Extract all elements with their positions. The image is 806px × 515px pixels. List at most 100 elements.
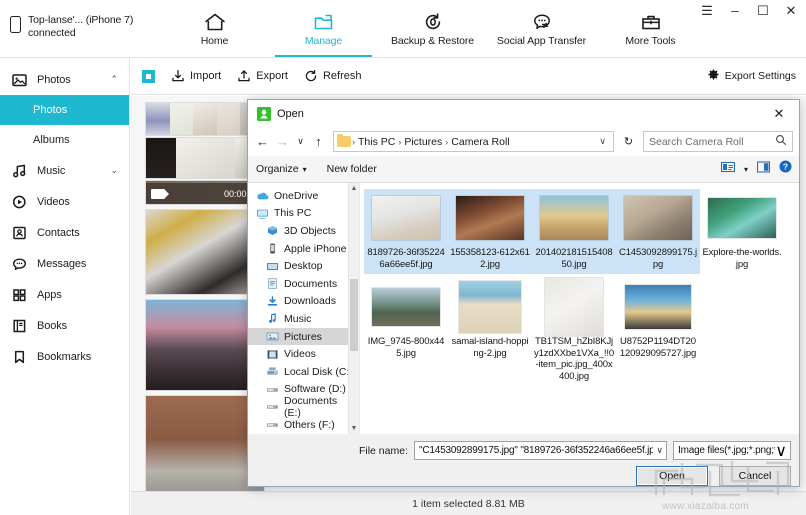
sidebar-item-bookmarks[interactable]: Bookmarks <box>0 341 129 372</box>
minimize-button[interactable]: ‒ <box>728 4 742 17</box>
tree-item-local-disk-c[interactable]: Local Disk (C:) <box>248 363 359 381</box>
sidebar-item-books-label: Books <box>37 319 68 332</box>
export-button[interactable]: Export <box>237 69 288 83</box>
documents-icon <box>266 277 279 290</box>
export-settings-button[interactable]: Export Settings <box>707 68 796 84</box>
caret-down-icon[interactable]: ▾ <box>744 165 748 174</box>
scrollbar-thumb[interactable] <box>350 279 358 351</box>
file-item[interactable]: U8752P1194DT20120929095727.jpg <box>616 278 700 386</box>
up-button[interactable]: ↑ <box>310 132 327 152</box>
sidebar-group-photos-label: Photos <box>37 73 71 86</box>
sidebar-item-photos-label: Photos <box>33 104 68 116</box>
maximize-button[interactable]: ☐ <box>756 4 770 17</box>
search-input[interactable]: Search Camera Roll <box>643 131 793 152</box>
file-name-label: IMG_9745-800x445.jpg <box>367 336 445 359</box>
file-name-label: TB1TSM_hZbI8KJjy1zdXXbe1VXa_!!0-item_pic… <box>534 336 614 382</box>
file-type-select[interactable]: Image files(*.jpg;*.png;*.bmp;*. ∨ <box>673 441 791 460</box>
tree-item-pictures-label: Pictures <box>284 330 322 343</box>
import-button[interactable]: Import <box>171 69 221 83</box>
file-item[interactable]: 155358123-612x612.jpg <box>448 189 532 274</box>
sidebar-item-messages[interactable]: Messages <box>0 248 129 279</box>
chevron-down-icon[interactable]: ⌄ <box>110 165 118 176</box>
scroll-down-arrow-icon[interactable]: ▼ <box>349 423 359 434</box>
tree-item-this-pc[interactable]: This PC <box>248 205 359 223</box>
tab-social-app-transfer-label: Social App Transfer <box>496 35 587 47</box>
dialog-body: OneDrive This PC 3D Objects Apple iPhone… <box>248 183 799 434</box>
menu-button[interactable]: ☰ <box>700 4 714 17</box>
file-grid: 8189726-36f352246a66ee5f.jpg 155358123-6… <box>364 189 799 390</box>
chevron-down-icon[interactable]: ∨ <box>594 136 611 147</box>
breadcrumb[interactable]: › This PC › Pictures › Camera Roll ∨ <box>333 131 614 152</box>
cancel-button[interactable]: Cancel <box>719 466 791 486</box>
video-icon <box>11 194 27 210</box>
organize-button[interactable]: Organize ▾ <box>256 163 307 175</box>
chevron-up-icon[interactable]: ⌃ <box>110 74 118 85</box>
tab-backup-restore[interactable]: Backup & Restore <box>378 0 487 57</box>
help-icon[interactable]: ? <box>779 160 792 178</box>
back-button[interactable]: ← <box>254 132 271 152</box>
import-icon <box>171 69 185 83</box>
sidebar-item-messages-label: Messages <box>37 257 87 270</box>
sidebar-item-photos[interactable]: Photos <box>0 95 129 125</box>
change-view-icon[interactable] <box>720 160 736 178</box>
file-item[interactable]: 20140218151540850.jpg <box>532 189 616 274</box>
file-item[interactable]: samal-island-hopping-2.jpg <box>448 278 532 386</box>
recent-locations-button[interactable]: ∨ <box>294 132 307 152</box>
breadcrumb-pictures[interactable]: Pictures <box>402 136 444 148</box>
import-button-label: Import <box>190 70 222 82</box>
apps-icon <box>11 287 27 303</box>
tree-item-downloads[interactable]: Downloads <box>248 293 359 311</box>
navigation-pane-scrollbar[interactable]: ▲ ▼ <box>348 183 359 434</box>
tab-manage[interactable]: Manage <box>269 0 378 57</box>
dialog-close-button[interactable]: ✕ <box>759 100 799 127</box>
breadcrumb-camera-roll[interactable]: Camera Roll <box>449 136 511 148</box>
sidebar-item-apps[interactable]: Apps <box>0 279 129 310</box>
dialog-title-text: Open <box>277 107 304 120</box>
tab-more-tools[interactable]: More Tools <box>596 0 705 57</box>
tree-item-pictures[interactable]: Pictures <box>248 327 359 346</box>
tree-item-onedrive[interactable]: OneDrive <box>248 187 359 205</box>
content-toolbar: Import Export Refresh Export Settings <box>131 58 806 95</box>
file-item[interactable]: C1453092899175.jpg <box>616 189 700 274</box>
tab-social-app-transfer[interactable]: Social App Transfer <box>487 0 596 57</box>
tree-item-3d-objects[interactable]: 3D Objects <box>248 222 359 240</box>
sidebar-item-albums[interactable]: Albums <box>0 125 129 155</box>
tree-item-apple-iphone[interactable]: Apple iPhone <box>248 240 359 258</box>
chevron-down-icon[interactable]: ∨ <box>653 445 663 456</box>
select-all-checkbox[interactable] <box>142 69 155 83</box>
refresh-icon[interactable]: ↻ <box>620 135 637 148</box>
scroll-up-arrow-icon[interactable]: ▲ <box>349 183 359 194</box>
tree-item-documents-e[interactable]: Documents (E:) <box>248 395 359 419</box>
sidebar-group-photos[interactable]: Photos ⌃ <box>0 64 129 95</box>
chevron-down-icon[interactable]: ∨ <box>775 441 787 461</box>
refresh-button[interactable]: Refresh <box>304 69 362 83</box>
breadcrumb-this-pc[interactable]: This PC <box>356 136 397 148</box>
tree-item-videos[interactable]: Videos <box>248 345 359 363</box>
3dobjects-icon <box>266 224 279 237</box>
tree-item-local-disk-c-label: Local Disk (C:) <box>284 365 353 378</box>
export-button-label: Export <box>256 70 288 82</box>
file-name-input[interactable]: "C1453092899175.jpg" "8189726-36f352246a… <box>414 441 667 460</box>
sidebar-group-music[interactable]: Music ⌄ <box>0 155 129 186</box>
file-item[interactable]: TB1TSM_hZbI8KJjy1zdXXbe1VXa_!!0-item_pic… <box>532 278 616 386</box>
close-button[interactable]: ✕ <box>784 4 798 17</box>
tree-item-music[interactable]: Music <box>248 310 359 328</box>
tab-home-label: Home <box>200 35 229 47</box>
file-list-view[interactable]: 8189726-36f352246a66ee5f.jpg 155358123-6… <box>360 183 799 434</box>
file-item[interactable]: 8189726-36f352246a66ee5f.jpg <box>364 189 448 274</box>
file-item[interactable]: IMG_9745-800x445.jpg <box>364 278 448 386</box>
sidebar-item-videos[interactable]: Videos <box>0 186 129 217</box>
forward-button[interactable]: → <box>274 132 291 152</box>
tree-item-desktop[interactable]: Desktop <box>248 257 359 275</box>
file-item[interactable]: Explore-the-worlds.jpg <box>700 189 784 274</box>
tab-home[interactable]: Home <box>160 0 269 57</box>
tree-item-downloads-label: Downloads <box>284 295 336 308</box>
sidebar-item-apps-label: Apps <box>37 288 62 301</box>
preview-pane-icon[interactable] <box>756 160 771 178</box>
file-thumbnail <box>371 281 441 333</box>
new-folder-button[interactable]: New folder <box>327 163 377 175</box>
tree-item-documents[interactable]: Documents <box>248 275 359 293</box>
sidebar-item-contacts[interactable]: Contacts <box>0 217 129 248</box>
open-button[interactable]: Open <box>636 466 708 486</box>
sidebar-item-books[interactable]: Books <box>0 310 129 341</box>
